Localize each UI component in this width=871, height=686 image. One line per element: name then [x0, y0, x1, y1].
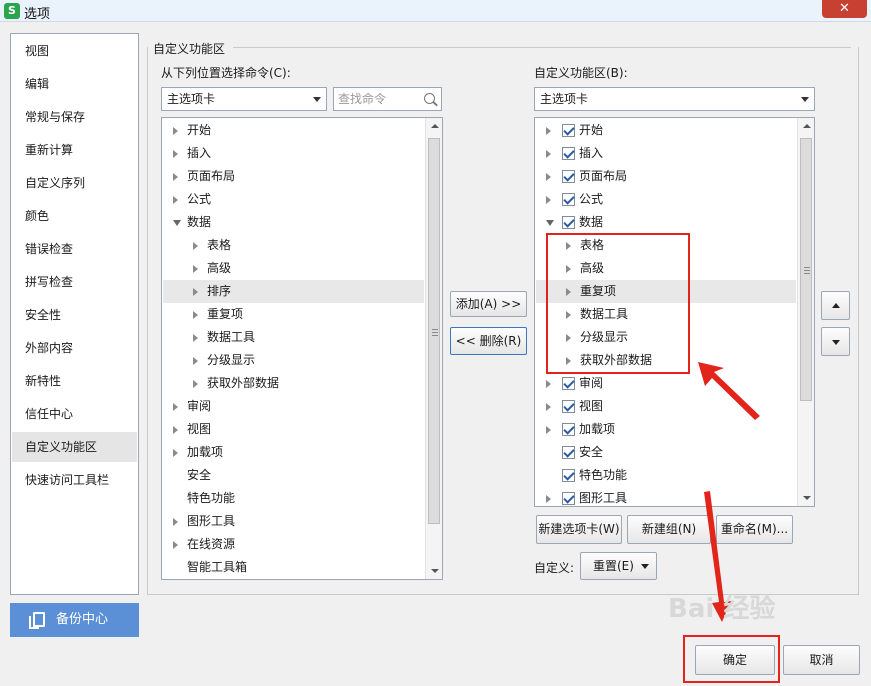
red-arrow-icon [698, 362, 760, 420]
watermark: Bai 经验 [668, 594, 776, 624]
annotation-arrows [698, 362, 760, 622]
